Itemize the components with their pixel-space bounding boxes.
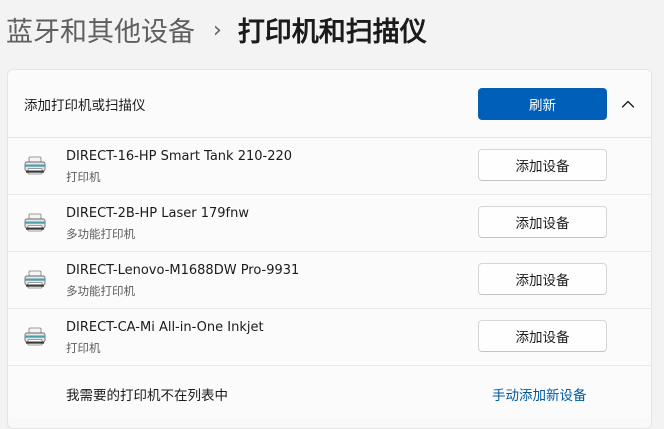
device-row: DIRECT-16-HP Smart Tank 210-220 打印机 添加设备 bbox=[8, 138, 651, 195]
device-type: 多功能打印机 bbox=[66, 227, 135, 241]
printer-icon bbox=[24, 327, 46, 347]
device-type: 多功能打印机 bbox=[66, 284, 135, 298]
breadcrumb-separator: › bbox=[213, 18, 222, 43]
breadcrumb-parent-bluetooth-devices[interactable]: 蓝牙和其他设备 bbox=[6, 14, 195, 52]
add-device-button[interactable]: 添加设备 bbox=[478, 206, 607, 238]
add-printer-title: 添加打印机或扫描仪 bbox=[24, 98, 146, 114]
add-device-button[interactable]: 添加设备 bbox=[478, 149, 607, 181]
printer-icon bbox=[24, 213, 46, 233]
device-row: DIRECT-CA-Mi All-in-One Inkjet 打印机 添加设备 bbox=[8, 309, 651, 366]
device-name: DIRECT-16-HP Smart Tank 210-220 bbox=[66, 149, 293, 164]
device-list: DIRECT-16-HP Smart Tank 210-220 打印机 添加设备… bbox=[8, 138, 651, 366]
device-type: 打印机 bbox=[66, 170, 101, 184]
device-name: DIRECT-2B-HP Laser 179fnw bbox=[66, 206, 249, 221]
add-device-button[interactable]: 添加设备 bbox=[478, 263, 607, 295]
missing-printer-row: 我需要的打印机不在列表中 手动添加新设备 bbox=[8, 366, 651, 418]
missing-printer-text: 我需要的打印机不在列表中 bbox=[66, 388, 228, 404]
refresh-button[interactable]: 刷新 bbox=[478, 88, 607, 120]
chevron-up-icon[interactable] bbox=[618, 96, 638, 112]
printer-icon bbox=[24, 156, 46, 176]
device-row: DIRECT-Lenovo-M1688DW Pro-9931 多功能打印机 添加… bbox=[8, 252, 651, 309]
manual-add-device-link[interactable]: 手动添加新设备 bbox=[492, 384, 587, 404]
printer-icon bbox=[24, 270, 46, 290]
add-device-button[interactable]: 添加设备 bbox=[478, 320, 607, 352]
add-printer-header: 添加打印机或扫描仪 刷新 bbox=[8, 70, 651, 138]
device-name: DIRECT-Lenovo-M1688DW Pro-9931 bbox=[66, 263, 300, 278]
device-type: 打印机 bbox=[66, 341, 101, 355]
add-printer-card: 添加打印机或扫描仪 刷新 DIRECT-16-HP Smart Tank 210… bbox=[7, 69, 652, 429]
breadcrumb: 蓝牙和其他设备 › 打印机和扫描仪 bbox=[6, 14, 427, 52]
page-title: 打印机和扫描仪 bbox=[237, 17, 427, 48]
device-row: DIRECT-2B-HP Laser 179fnw 多功能打印机 添加设备 bbox=[8, 195, 651, 252]
device-name: DIRECT-CA-Mi All-in-One Inkjet bbox=[66, 320, 264, 335]
